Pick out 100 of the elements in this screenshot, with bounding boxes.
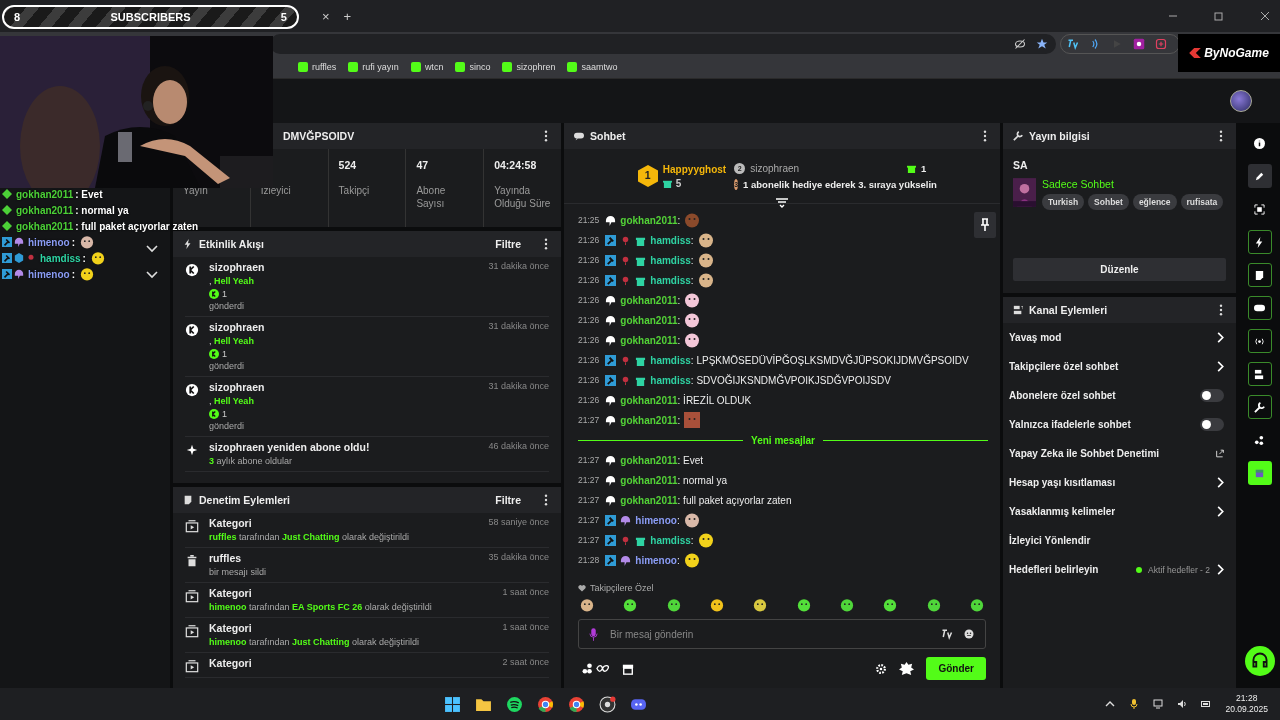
bookmark[interactable]: wtcn [410, 62, 444, 72]
emote-icon[interactable] [666, 598, 681, 612]
microphone-icon[interactable] [1129, 699, 1140, 709]
external-link-icon[interactable] [1216, 448, 1224, 459]
clock-time[interactable]: 21:28 [1236, 693, 1258, 704]
bookmark[interactable]: ruffles [298, 62, 337, 72]
filter-button[interactable]: Filtre [495, 494, 521, 506]
chat-username[interactable]: gokhan2011 [620, 454, 678, 466]
pencil-icon[interactable] [1247, 164, 1272, 188]
filter-button[interactable]: Filtre [495, 238, 521, 250]
channel-action[interactable]: Abonelere özel sohbet [1009, 390, 1116, 401]
channel-action[interactable]: Yavaş mod [1009, 332, 1062, 343]
app-icon[interactable] [1247, 461, 1272, 485]
chevron-right-icon[interactable] [1216, 564, 1224, 575]
message-input[interactable]: Bir mesaj gönderin [608, 627, 931, 641]
pin-button[interactable] [974, 212, 996, 238]
bolt-icon[interactable] [1247, 230, 1272, 254]
chevron-right-icon[interactable] [1216, 361, 1224, 372]
new-tab-button[interactable]: + [343, 8, 352, 24]
star-icon[interactable] [1036, 38, 1048, 50]
chat-username[interactable]: gokhan2011 [620, 414, 678, 426]
emote-icon[interactable] [796, 598, 811, 612]
toggle-switch[interactable] [1200, 418, 1224, 431]
wrench-icon[interactable] [1247, 395, 1272, 419]
emote-icon[interactable] [753, 598, 768, 612]
chat-username[interactable]: gokhan2011 [620, 474, 678, 486]
chat-username[interactable]: hamdiss [650, 274, 691, 286]
chat-username[interactable]: gokhan2011 [620, 214, 678, 226]
chat-username[interactable]: hamdiss [650, 234, 691, 246]
emote-icon[interactable] [883, 598, 898, 612]
bookmark[interactable]: saamtwo [567, 62, 618, 72]
channel-action[interactable]: Yasaklanmış kelimeler [1009, 506, 1116, 517]
tag[interactable]: Turkish [1042, 194, 1085, 210]
chevron-right-icon[interactable] [1216, 332, 1224, 343]
translate-icon[interactable] [941, 628, 953, 640]
chat-icon[interactable] [1247, 296, 1272, 320]
bookmark[interactable]: sizophren [502, 62, 556, 72]
message-field[interactable]: Bir mesaj gönderin [578, 619, 986, 649]
chat-username[interactable]: gokhan2011 [620, 314, 678, 326]
expand-icon[interactable] [776, 198, 788, 208]
volume-icon[interactable] [1177, 699, 1188, 709]
emote-icon[interactable] [580, 598, 594, 612]
chevron-right-icon[interactable] [1216, 506, 1224, 517]
note-icon[interactable] [1247, 263, 1272, 287]
bookmark[interactable]: rufi yayın [348, 62, 399, 72]
user-avatar[interactable] [1230, 90, 1252, 112]
music-app-icon[interactable] [506, 695, 524, 713]
flower-icon[interactable] [1133, 38, 1145, 50]
battery-icon[interactable] [1201, 699, 1212, 709]
bookmark[interactable]: sinco [455, 62, 491, 72]
chat-username[interactable]: hamdiss [650, 254, 691, 266]
recorder-icon[interactable] [599, 695, 617, 713]
translate-icon[interactable] [1067, 38, 1079, 50]
emote-icon[interactable] [710, 598, 724, 612]
chat-username[interactable]: gokhan2011 [620, 294, 678, 306]
chat-username[interactable]: hamdiss [650, 534, 691, 546]
tag[interactable]: Sohbet [1088, 194, 1129, 210]
chat-username[interactable]: himenoo [635, 514, 677, 526]
category-link[interactable]: Sadece Sohbet [1042, 178, 1224, 190]
channel-action[interactable]: İzleyici Yönlendir [1009, 535, 1091, 546]
tag[interactable]: eğlence [1132, 194, 1177, 210]
emote-icon[interactable] [839, 598, 854, 612]
clock-date[interactable]: 20.09.2025 [1225, 704, 1268, 715]
channel-action[interactable]: Hedefleri belirleyin [1009, 564, 1099, 575]
chat-username[interactable]: gokhan2011 [620, 494, 678, 506]
channel-action[interactable]: Takipçilere özel sohbet [1009, 361, 1119, 372]
emote-icon[interactable] [926, 598, 941, 612]
eye-slash-icon[interactable] [1014, 38, 1026, 50]
emoji-icon[interactable] [963, 628, 975, 640]
tab-close-button[interactable]: × [322, 8, 330, 24]
chat-username[interactable]: hamdiss [650, 374, 691, 386]
toggle-switch[interactable] [1200, 389, 1224, 402]
store-icon[interactable] [622, 662, 634, 675]
chat-username[interactable]: gokhan2011 [620, 394, 678, 406]
close-icon[interactable] [1260, 11, 1270, 21]
browser-icon[interactable] [568, 695, 586, 713]
caret-up-icon[interactable] [1105, 699, 1116, 709]
tag[interactable]: rufisata [1180, 194, 1224, 210]
emote-icon[interactable] [623, 598, 638, 612]
settings-icon[interactable] [875, 662, 888, 675]
badge-icon[interactable] [899, 661, 915, 676]
channel-action[interactable]: Yalnızca ifadelerle sohbet [1009, 419, 1131, 430]
restore-icon[interactable] [1214, 11, 1224, 21]
broadcast-icon[interactable] [1247, 329, 1272, 353]
send-button[interactable]: Gönder [926, 657, 986, 680]
browser-icon[interactable] [537, 695, 555, 713]
plus-square-icon[interactable] [1155, 38, 1167, 50]
channel-action[interactable]: Hesap yaşı kısıtlaması [1009, 477, 1116, 488]
edit-button[interactable]: Düzenle [1013, 258, 1226, 281]
windows-start-icon[interactable] [444, 695, 462, 713]
support-button[interactable] [1244, 646, 1275, 676]
emote-icon[interactable] [969, 598, 984, 612]
chat-username[interactable]: gokhan2011 [620, 334, 678, 346]
channel-action[interactable]: Yapay Zeka ile Sohbet Denetimi [1009, 448, 1160, 459]
chat-username[interactable]: hamdiss [650, 354, 691, 366]
chevron-right-icon[interactable] [1216, 477, 1224, 488]
chevron-down-icon[interactable] [146, 245, 158, 253]
chevron-down-icon[interactable] [146, 271, 158, 279]
points-infinity-icon[interactable] [582, 662, 610, 675]
network-icon[interactable] [1153, 699, 1164, 709]
